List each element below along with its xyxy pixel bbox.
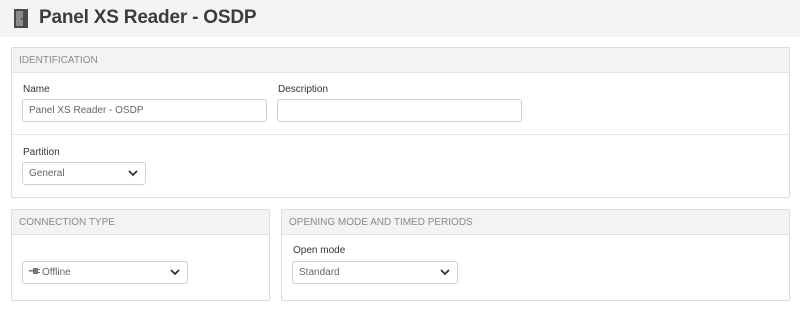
open-mode-value: Standard [299,267,340,278]
name-label: Name [23,84,50,95]
page-title: Panel XS Reader - OSDP [39,7,257,28]
page-header: Panel XS Reader - OSDP [0,0,800,37]
plug-icon [29,268,40,275]
description-label: Description [278,84,329,95]
partition-select-value: General [29,168,65,179]
chevron-down-icon [170,269,180,276]
door-icon [14,9,28,28]
chevron-down-icon [440,269,450,276]
opening-mode-panel: OPENING MODE AND TIMED PERIODS [281,209,790,301]
identification-divider [12,134,789,135]
connection-type-heading: CONNECTION TYPE [12,210,269,235]
open-mode-select[interactable]: Standard [292,261,458,284]
name-field[interactable]: Panel XS Reader - OSDP [22,99,267,122]
partition-label: Partition [23,147,60,158]
open-mode-label: Open mode [293,245,346,256]
identification-heading: IDENTIFICATION [12,48,789,73]
connection-type-value: Offline [42,267,71,278]
partition-select[interactable]: General [22,162,146,185]
opening-mode-heading: OPENING MODE AND TIMED PERIODS [282,210,789,235]
connection-type-panel: CONNECTION TYPE [11,209,270,301]
description-field[interactable] [277,99,522,122]
chevron-down-icon [128,170,138,177]
connection-type-select[interactable]: Offline [22,261,188,284]
